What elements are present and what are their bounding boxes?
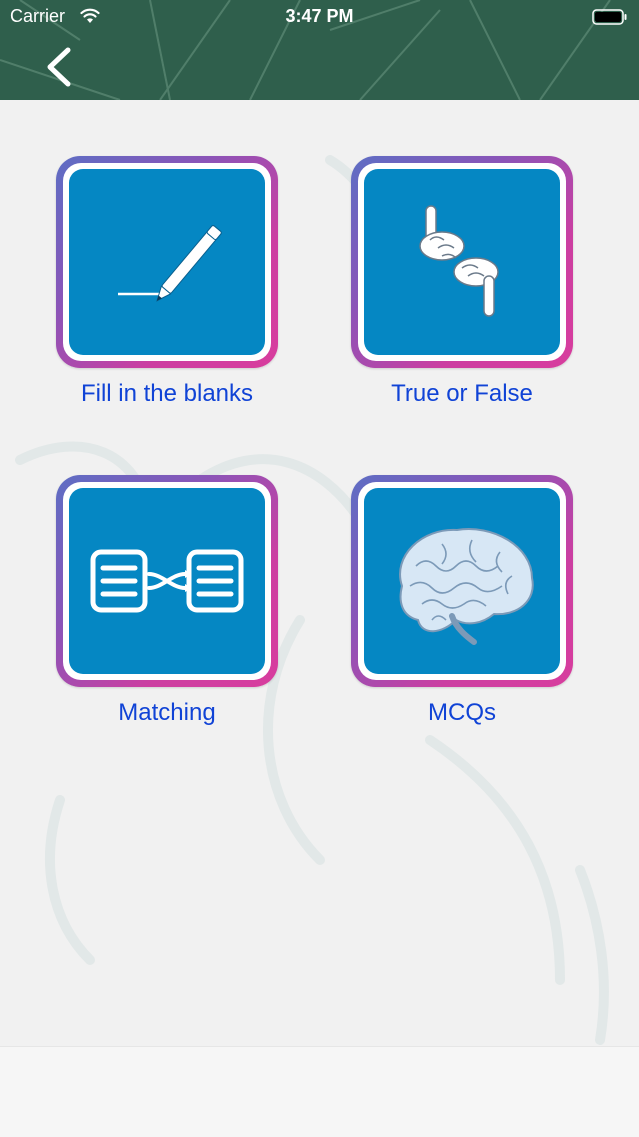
tile-frame — [56, 475, 278, 687]
tile-label: True or False — [391, 380, 533, 407]
tile-label: Matching — [118, 699, 216, 726]
main-content: Fill in the blanks True or False Matchin… — [0, 100, 639, 1046]
navigation-header: Carrier 3:47 PM — [0, 0, 639, 100]
chevron-left-icon — [47, 47, 71, 87]
status-time: 3:47 PM — [285, 6, 354, 26]
tile-true-or-false[interactable]: True or False — [351, 156, 573, 410]
matching-lists-icon — [90, 549, 244, 613]
status-bar: Carrier 3:47 PM — [0, 0, 639, 34]
tile-label: Fill in the blanks — [80, 380, 254, 407]
battery-icon — [592, 9, 627, 25]
back-button[interactable] — [36, 44, 82, 90]
brain-icon — [399, 528, 534, 645]
tile-fill-in-the-blanks[interactable]: Fill in the blanks — [56, 156, 278, 410]
tile-frame — [351, 156, 573, 368]
tile-matching[interactable]: Matching — [56, 475, 278, 729]
tile-mcqs[interactable]: MCQs — [351, 475, 573, 729]
tile-label: MCQs — [428, 699, 496, 726]
tile-frame — [351, 475, 573, 687]
pointing-hands-icon — [419, 205, 499, 317]
tile-frame — [56, 156, 278, 368]
bottom-bar — [0, 1046, 639, 1137]
pencil-line-icon — [118, 225, 222, 302]
